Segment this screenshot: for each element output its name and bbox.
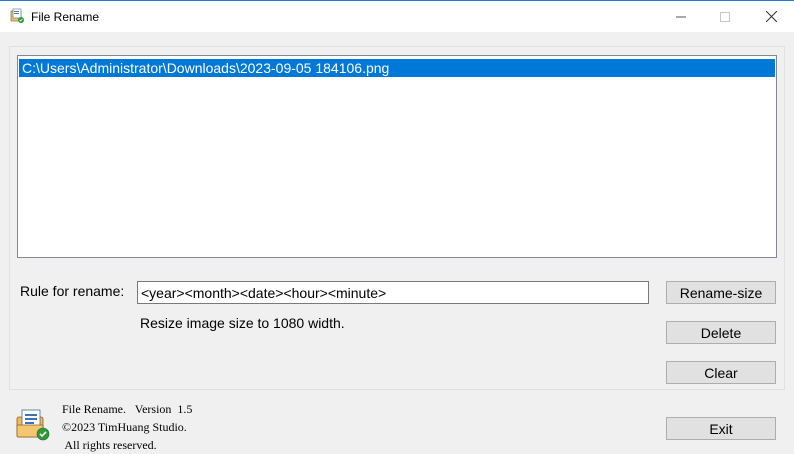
close-icon xyxy=(765,11,777,22)
exit-button[interactable]: Exit xyxy=(666,417,776,440)
file-listbox[interactable]: C:\Users\Administrator\Downloads\2023-09… xyxy=(17,55,777,258)
file-rename-app-icon xyxy=(10,8,24,23)
about-version: File Rename. Version 1.5 xyxy=(62,402,193,416)
list-item[interactable]: C:\Users\Administrator\Downloads\2023-09… xyxy=(19,59,775,77)
window-title: File Rename xyxy=(31,10,100,24)
clear-button[interactable]: Clear xyxy=(666,361,776,384)
delete-button[interactable]: Delete xyxy=(666,321,776,344)
maximize-icon xyxy=(720,11,730,22)
file-rename-logo-icon xyxy=(16,409,50,441)
about-text: File Rename. Version 1.5 ©2023 TimHuang … xyxy=(62,400,192,454)
minimize-button[interactable] xyxy=(658,1,704,32)
minimize-icon xyxy=(676,16,686,17)
close-button[interactable] xyxy=(748,1,794,32)
rule-input[interactable] xyxy=(137,281,649,304)
title-bar[interactable]: File Rename xyxy=(0,0,794,32)
maximize-button[interactable] xyxy=(702,1,748,32)
resize-note: Resize image size to 1080 width. xyxy=(140,315,345,331)
about-copyright: ©2023 TimHuang Studio. xyxy=(62,420,187,434)
about-rights: All rights reserved. xyxy=(62,438,157,452)
rule-label: Rule for rename: xyxy=(20,283,125,299)
rename-size-button[interactable]: Rename-size xyxy=(666,281,776,304)
